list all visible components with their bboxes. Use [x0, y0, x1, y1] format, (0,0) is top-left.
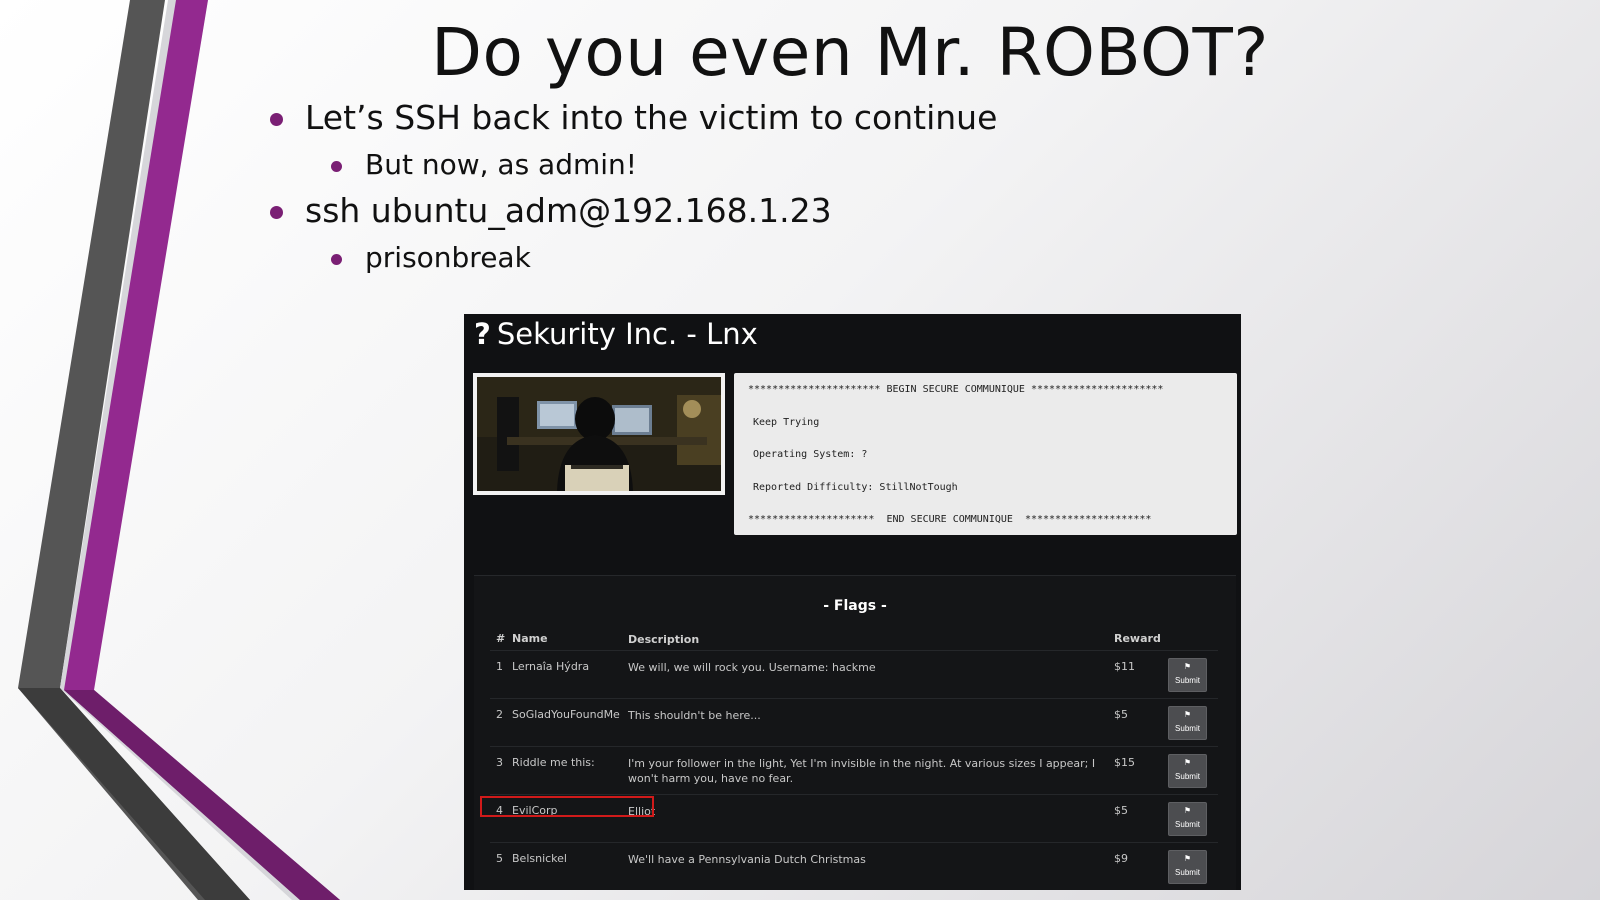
- communique-keep-trying: Keep Trying: [753, 417, 820, 428]
- table-row: 3 Riddle me this: I'm your follower in t…: [490, 745, 1218, 794]
- submit-button[interactable]: ⚑ Submit: [1168, 753, 1207, 788]
- row-reward: $9: [1114, 841, 1168, 890]
- row-reward: $15: [1114, 745, 1168, 794]
- row-reward: $5: [1114, 793, 1168, 842]
- flags-table: # Name Description Reward 1 Lernaîa Hýdr…: [490, 628, 1218, 890]
- embedded-screenshot: ? Sekurity Inc. - Lnx ******************…: [464, 314, 1241, 890]
- submit-label: Submit: [1175, 723, 1200, 733]
- flags-panel: - Flags - # Name Description Reward 1 Le…: [474, 575, 1236, 890]
- secure-communique: ********************** BEGIN SECURE COMM…: [734, 373, 1237, 535]
- app-title: Sekurity Inc. - Lnx: [496, 317, 758, 351]
- communique-end: ********************* END SECURE COMMUNI…: [748, 514, 1152, 525]
- flag-icon: ⚑: [1183, 757, 1192, 767]
- row-reward: $5: [1114, 697, 1168, 746]
- bullet-password: prisonbreak: [265, 241, 1365, 275]
- row-name: SoGladYouFoundMe: [512, 697, 628, 746]
- row-description: Elliot: [628, 793, 1114, 842]
- bullet-list: Let’s SSH back into the victim to contin…: [265, 98, 1365, 284]
- question-mark-icon: ?: [474, 317, 491, 351]
- row-reward: $11: [1114, 649, 1168, 698]
- submit-label: Submit: [1175, 867, 1200, 877]
- hacker-desk-illustration: [477, 377, 721, 491]
- row-name: Lernaîa Hýdra: [512, 649, 628, 698]
- column-header-num: #: [496, 632, 506, 645]
- communique-begin: ********************** BEGIN SECURE COMM…: [748, 384, 1164, 395]
- submit-label: Submit: [1175, 675, 1200, 685]
- bullet-ssh-back: Let’s SSH back into the victim to contin…: [265, 98, 1365, 138]
- communique-difficulty: Reported Difficulty: StillNotTough: [753, 482, 958, 493]
- flag-icon: ⚑: [1183, 805, 1192, 815]
- row-num: 1: [490, 649, 512, 698]
- row-num: 2: [490, 697, 512, 746]
- submit-label: Submit: [1175, 771, 1200, 781]
- flag-icon: ⚑: [1183, 661, 1192, 671]
- table-row: 1 Lernaîa Hýdra We will, we will rock yo…: [490, 649, 1218, 698]
- app-header: ? Sekurity Inc. - Lnx: [474, 316, 758, 352]
- evilcorp-highlight-box: [480, 796, 654, 817]
- bullet-ssh-command: ssh ubuntu_adm@192.168.1.23: [265, 191, 1365, 231]
- submit-button[interactable]: ⚑ Submit: [1168, 705, 1207, 740]
- column-header-reward: Reward: [1114, 632, 1161, 645]
- row-num: 3: [490, 745, 512, 794]
- row-description: We will, we will rock you. Username: hac…: [628, 649, 1114, 698]
- hacker-thumbnail-image: [473, 373, 725, 495]
- communique-os: Operating System: ?: [753, 449, 868, 460]
- flags-title: - Flags -: [823, 598, 887, 614]
- submit-button[interactable]: ⚑ Submit: [1168, 801, 1207, 836]
- flag-icon: ⚑: [1183, 853, 1192, 863]
- slide-title: Do you even Mr. ROBOT?: [431, 14, 1269, 91]
- bullet-as-admin: But now, as admin!: [265, 148, 1365, 182]
- row-description: This shouldn't be here...: [628, 697, 1114, 746]
- column-header-description: Description: [628, 633, 700, 646]
- flag-icon: ⚑: [1183, 709, 1192, 719]
- row-num: 5: [490, 841, 512, 890]
- row-description: I'm your follower in the light, Yet I'm …: [628, 745, 1114, 794]
- column-header-action: [1168, 628, 1218, 650]
- row-name: Belsnickel: [512, 841, 628, 890]
- row-name: Riddle me this:: [512, 745, 628, 794]
- submit-button[interactable]: ⚑ Submit: [1168, 657, 1207, 692]
- row-description: We'll have a Pennsylvania Dutch Christma…: [628, 841, 1114, 890]
- table-row: 5 Belsnickel We'll have a Pennsylvania D…: [490, 841, 1218, 890]
- submit-label: Submit: [1175, 819, 1200, 829]
- table-row: 2 SoGladYouFoundMe This shouldn't be her…: [490, 697, 1218, 746]
- table-header-row: # Name Description Reward: [490, 628, 1218, 650]
- column-header-name: Name: [512, 632, 548, 645]
- submit-button[interactable]: ⚑ Submit: [1168, 849, 1207, 884]
